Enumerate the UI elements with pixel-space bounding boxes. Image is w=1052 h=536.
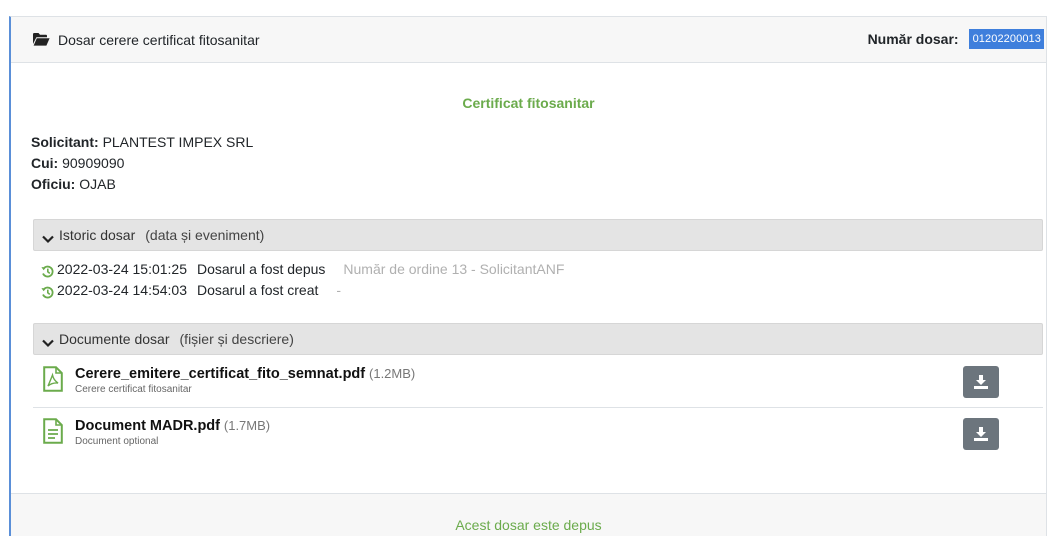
dossier-number-group: Număr dosar: 01202200013 (868, 29, 1044, 49)
download-button[interactable] (963, 418, 999, 450)
solicitant-label: Solicitant: (31, 134, 99, 150)
download-icon (974, 427, 988, 441)
document-description: Cerere certificat fitosanitar (75, 384, 192, 395)
section-title: Certificat fitosanitar (462, 95, 595, 111)
cui-label: Cui: (31, 155, 59, 171)
history-title: Istoric dosar (59, 227, 136, 243)
history-event: 2022-03-24 15:01:25 Dosarul a fost depus… (41, 259, 564, 280)
history-datetime: 2022-03-24 15:01:25 (57, 261, 187, 277)
history-list: 2022-03-24 15:01:25 Dosarul a fost depus… (41, 259, 564, 301)
document-size: (1.2MB) (369, 366, 416, 381)
history-hint: (data și eveniment) (145, 227, 265, 243)
solicitant-row: Solicitant: PLANTEST IMPEX SRL (31, 132, 253, 153)
history-event-text: Dosarul a fost depus (197, 261, 326, 277)
solicitant-value: PLANTEST IMPEX SRL (102, 134, 254, 150)
documents-hint: (fișier și descriere) (179, 331, 294, 347)
oficiu-label: Oficiu: (31, 176, 76, 192)
document-filename[interactable]: Cerere_emitere_certificat_fito_semnat.pd… (75, 366, 365, 382)
history-icon (41, 263, 54, 278)
document-text: Cerere_emitere_certificat_fito_semnat.pd… (75, 365, 415, 395)
history-event-text: Dosarul a fost creat (197, 282, 319, 298)
dossier-number-value[interactable]: 01202200013 (968, 29, 1044, 49)
document-item: Document MADR.pdf (1.7MB) Document optio… (33, 408, 1043, 460)
history-event: 2022-03-24 14:54:03 Dosarul a fost creat… (41, 280, 564, 301)
document-item: Cerere_emitere_certificat_fito_semnat.pd… (33, 356, 1043, 408)
cui-row: Cui: 90909090 (31, 153, 253, 174)
history-icon (41, 284, 54, 299)
history-toggle[interactable]: Istoric dosar (data și eveniment) (33, 219, 1043, 251)
document-filename[interactable]: Document MADR.pdf (75, 418, 220, 434)
history-event-extra: - (336, 282, 342, 298)
pdf-file-icon (43, 366, 63, 392)
dossier-number-label: Număr dosar: (867, 31, 959, 47)
panel-header: Dosar cerere certificat fitosanitar Numă… (11, 17, 1046, 63)
applicant-info: Solicitant: PLANTEST IMPEX SRL Cui: 9090… (31, 132, 253, 195)
text-file-icon (43, 418, 63, 444)
status-text: Acest dosar este depus (455, 517, 602, 533)
oficiu-row: Oficiu: OJAB (31, 174, 253, 195)
documents-toggle[interactable]: Documente dosar (fișier și descriere) (33, 323, 1043, 355)
folder-open-icon (33, 33, 50, 46)
chevron-down-icon (42, 231, 54, 243)
download-button[interactable] (963, 366, 999, 398)
chevron-down-icon (42, 335, 54, 347)
dossier-panel: Dosar cerere certificat fitosanitar Numă… (9, 16, 1047, 536)
cui-value: 90909090 (62, 155, 125, 171)
document-description: Document optional (75, 436, 159, 447)
panel-title: Dosar cerere certificat fitosanitar (58, 31, 260, 48)
history-event-extra: Număr de ordine 13 - SolicitantANF (343, 261, 565, 277)
status-footer: Acest dosar este depus (11, 493, 1046, 536)
download-icon (974, 375, 988, 389)
document-text: Document MADR.pdf (1.7MB) Document optio… (75, 417, 270, 447)
documents-title: Documente dosar (59, 331, 170, 347)
oficiu-value: OJAB (79, 176, 116, 192)
document-size: (1.7MB) (223, 418, 271, 433)
history-datetime: 2022-03-24 14:54:03 (57, 282, 187, 298)
